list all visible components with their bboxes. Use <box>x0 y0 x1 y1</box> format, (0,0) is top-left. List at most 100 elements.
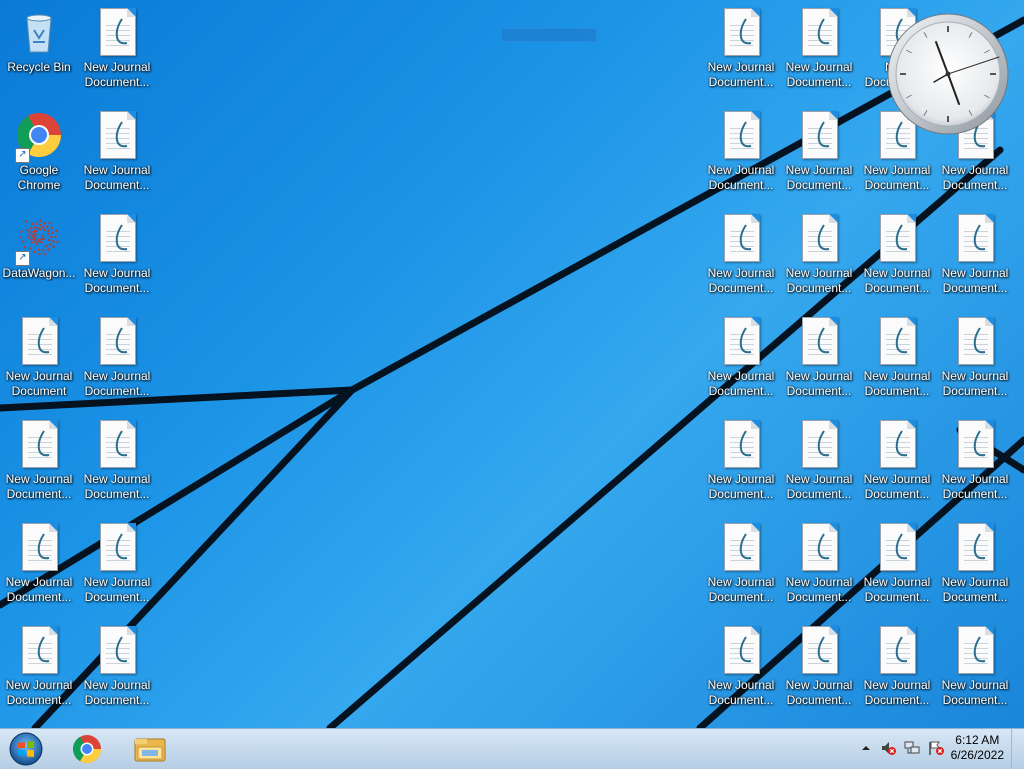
shortcut-arrow-icon: ↗ <box>15 251 30 266</box>
clock-gadget[interactable] <box>886 12 1010 136</box>
journal-document-shortcut[interactable]: New Journal Document... <box>936 519 1014 619</box>
icon-label: New Journal Document... <box>863 369 931 398</box>
journal-document-shortcut[interactable]: New Journal Document... <box>858 313 936 413</box>
icon-label: New Journal Document... <box>707 266 775 295</box>
journal-document-icon <box>958 214 994 262</box>
show-desktop-button[interactable] <box>1011 729 1024 769</box>
icon-label: New Journal Document... <box>863 575 931 604</box>
google-chrome-shortcut[interactable]: ↗ Google Chrome <box>0 107 78 207</box>
journal-document-shortcut[interactable]: New Journal Document... <box>780 107 858 207</box>
journal-document-shortcut[interactable]: New Journal Document... <box>702 4 780 104</box>
icon-label: New Journal Document... <box>83 575 151 604</box>
journal-document-icon <box>880 214 916 262</box>
icon-label: New Journal Document... <box>5 472 73 501</box>
journal-document-icon <box>724 626 760 674</box>
journal-document-icon <box>802 626 838 674</box>
start-button[interactable] <box>7 731 45 767</box>
journal-document-shortcut[interactable]: New Journal Document... <box>78 107 156 207</box>
journal-document-icon <box>724 523 760 571</box>
journal-document-shortcut[interactable]: New Journal Document... <box>858 519 936 619</box>
icon-label: New Journal Document... <box>83 163 151 192</box>
taskbar-file-explorer-button[interactable] <box>123 731 177 767</box>
journal-document-shortcut[interactable]: New Journal Document... <box>702 519 780 619</box>
journal-document-icon <box>100 523 136 571</box>
journal-document-shortcut[interactable]: New Journal Document... <box>78 519 156 619</box>
journal-document-shortcut[interactable]: New Journal Document... <box>780 519 858 619</box>
journal-document-shortcut[interactable]: New Journal Document... <box>858 622 936 722</box>
journal-document-icon <box>880 626 916 674</box>
journal-document-shortcut[interactable]: New Journal Document... <box>0 416 78 516</box>
journal-document-icon <box>100 8 136 56</box>
icon-label: Recycle Bin <box>7 60 71 74</box>
icon-label: New Journal Document... <box>707 472 775 501</box>
journal-document-shortcut[interactable]: New Journal Document... <box>702 622 780 722</box>
icon-label: New Journal Document... <box>785 369 853 398</box>
journal-document-shortcut[interactable]: New Journal Document... <box>78 416 156 516</box>
icon-label: Google Chrome <box>17 163 61 192</box>
journal-document-shortcut[interactable]: New Journal Document... <box>936 622 1014 722</box>
icon-label: New Journal Document... <box>863 163 931 192</box>
journal-document-icon <box>100 214 136 262</box>
icon-label: New Journal Document... <box>707 575 775 604</box>
journal-document-shortcut[interactable]: New Journal Document... <box>936 416 1014 516</box>
journal-document-icon <box>724 111 760 159</box>
journal-document-shortcut[interactable]: New Journal Document... <box>858 416 936 516</box>
icon-label: New Journal Document... <box>707 678 775 707</box>
journal-document-shortcut[interactable]: New Journal Document... <box>0 519 78 619</box>
journal-document-shortcut[interactable]: New Journal Document... <box>78 210 156 310</box>
journal-document-shortcut[interactable]: New Journal Document... <box>780 210 858 310</box>
journal-document-icon <box>724 8 760 56</box>
icon-label: New Journal Document... <box>707 163 775 192</box>
icon-label: New Journal Document <box>5 369 73 398</box>
journal-document-icon <box>958 420 994 468</box>
journal-document-shortcut[interactable]: New Journal Document... <box>780 622 858 722</box>
action-center-button[interactable] <box>928 740 944 756</box>
tray-time: 6:12 AM <box>955 733 1000 747</box>
icon-label: New Journal Document... <box>83 369 151 398</box>
journal-document-shortcut[interactable]: New Journal Document... <box>780 416 858 516</box>
icon-label: New Journal Document... <box>941 678 1009 707</box>
icon-label: New Journal Document... <box>83 678 151 707</box>
show-hidden-icons-button[interactable] <box>858 740 874 756</box>
taskbar: 6:12 AM 6/26/2022 <box>0 728 1024 769</box>
desktop-selection-strip <box>501 28 597 42</box>
network-button[interactable] <box>904 740 920 756</box>
volume-muted-button[interactable] <box>880 740 896 756</box>
journal-document-icon <box>802 8 838 56</box>
icon-label: New Journal Document... <box>83 266 151 295</box>
journal-document-icon <box>880 317 916 365</box>
journal-document-shortcut[interactable]: New Journal Document... <box>858 210 936 310</box>
taskbar-chrome-button[interactable] <box>60 731 114 767</box>
journal-document-shortcut[interactable]: New Journal Document... <box>702 313 780 413</box>
journal-document-shortcut[interactable]: New Journal Document... <box>936 210 1014 310</box>
journal-document-icon <box>802 420 838 468</box>
journal-document-icon <box>100 626 136 674</box>
journal-document-shortcut[interactable]: New Journal Document... <box>702 107 780 207</box>
journal-document-icon <box>802 214 838 262</box>
icon-label: New Journal Document... <box>5 575 73 604</box>
journal-document-shortcut[interactable]: New Journal Document... <box>780 313 858 413</box>
journal-document-icon <box>100 420 136 468</box>
datawagon-shortcut[interactable]: ↗ DataWagon... <box>0 210 78 310</box>
icon-label: New Journal Document... <box>83 60 151 89</box>
desktop[interactable]: Recycle Bin New Journal Document... ↗ Google… <box>0 0 1024 728</box>
journal-document-shortcut[interactable]: New Journal Document... <box>0 622 78 722</box>
journal-document-shortcut[interactable]: New Journal Document... <box>702 210 780 310</box>
network-icon <box>904 741 920 754</box>
tray-clock[interactable]: 6:12 AM 6/26/2022 <box>951 733 1004 763</box>
journal-document-shortcut[interactable]: New Journal Document... <box>78 313 156 413</box>
journal-document-icon <box>22 317 58 365</box>
icon-label: New Journal Document... <box>941 266 1009 295</box>
journal-document-shortcut[interactable]: New Journal Document... <box>936 313 1014 413</box>
journal-document-shortcut[interactable]: New Journal Document... <box>78 622 156 722</box>
speaker-muted-icon <box>882 742 896 755</box>
journal-document-shortcut[interactable]: New Journal Document... <box>780 4 858 104</box>
recycle-bin[interactable]: Recycle Bin <box>0 4 78 104</box>
journal-document-shortcut[interactable]: New Journal Document... <box>78 4 156 104</box>
icon-label: New Journal Document... <box>785 678 853 707</box>
journal-document-shortcut[interactable]: New Journal Document <box>0 313 78 413</box>
journal-document-shortcut[interactable]: New Journal Document... <box>702 416 780 516</box>
icon-label: New Journal Document... <box>83 472 151 501</box>
icon-label: New Journal Document... <box>785 163 853 192</box>
icon-label: New Journal Document... <box>5 678 73 707</box>
